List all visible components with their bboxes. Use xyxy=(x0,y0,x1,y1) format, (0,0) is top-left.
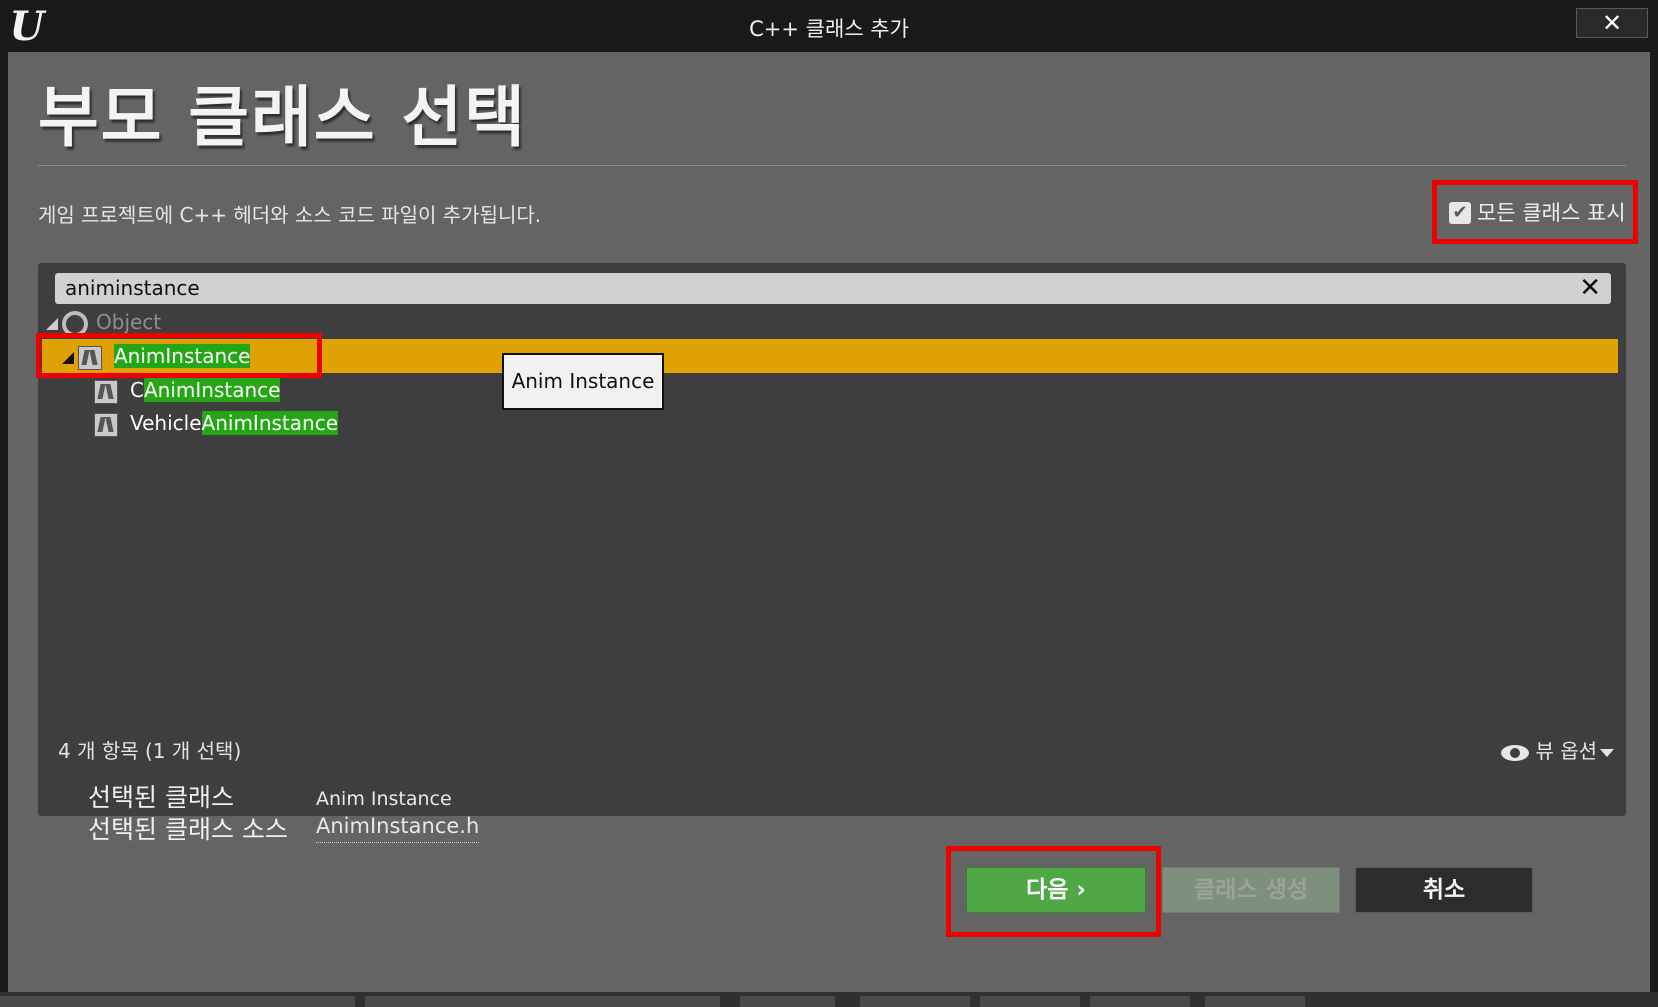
class-search-input[interactable]: animinstance ✕ xyxy=(55,273,1611,304)
taskbar-segment xyxy=(1205,996,1305,1007)
cancel-button[interactable]: 취소 xyxy=(1355,867,1533,913)
anim-instance-icon xyxy=(94,412,118,437)
collapse-object-icon[interactable] xyxy=(46,317,58,330)
title-bar: U C++ 클래스 추가 ✕ xyxy=(0,0,1658,52)
next-button[interactable]: 다음 › xyxy=(966,867,1146,913)
eye-icon xyxy=(1501,744,1530,761)
taskbar-segment xyxy=(365,996,720,1007)
selected-class-label: 선택된 클래스 xyxy=(88,783,234,812)
taskbar-segment xyxy=(0,996,355,1007)
search-value: animinstance xyxy=(65,276,200,300)
create-class-button: 클래스 생성 xyxy=(1162,867,1340,913)
selected-class-source-label: 선택된 클래스 소스 xyxy=(88,815,288,844)
tree-item-vehicle-anim-instance[interactable]: VehicleAnimInstance xyxy=(94,406,338,440)
tree-item-canim-instance[interactable]: CAnimInstance xyxy=(94,373,281,407)
tree-item-label-prefix: Vehicle xyxy=(130,411,202,435)
add-cpp-class-window: U C++ 클래스 추가 ✕ 부모 클래스 선택 게임 프로젝트에 C++ 헤더… xyxy=(0,0,1658,1007)
taskbar-segment xyxy=(860,996,970,1007)
window-title: C++ 클래스 추가 xyxy=(749,17,909,41)
dialog-content: 부모 클래스 선택 게임 프로젝트에 C++ 헤더와 소스 코드 파일이 추가됩… xyxy=(8,52,1650,992)
taskbar-segment xyxy=(1090,996,1190,1007)
taskbar-strip xyxy=(0,992,1658,1007)
show-all-classes-checkbox[interactable]: ✔ xyxy=(1449,202,1471,224)
class-tooltip: Anim Instance xyxy=(502,353,664,410)
selected-item-annotation-outline xyxy=(36,333,322,378)
anim-instance-icon xyxy=(94,379,118,404)
taskbar-segment xyxy=(980,996,1080,1007)
tree-item-label: Object xyxy=(96,310,162,334)
taskbar-segment xyxy=(740,996,835,1007)
chevron-down-icon xyxy=(1600,748,1614,757)
class-picker-panel: animinstance ✕ Object AnimInstance CAnim… xyxy=(36,263,1626,816)
tree-item-label-match: AnimInstance xyxy=(201,411,338,435)
page-title: 부모 클래스 선택 xyxy=(38,79,527,156)
item-count-status: 4 개 항목 (1 개 선택) xyxy=(58,739,242,763)
tree-item-label-match: AnimInstance xyxy=(143,378,281,402)
tree-item-label-prefix: C xyxy=(130,378,144,402)
show-all-classes-label: 모든 클래스 표시 xyxy=(1477,201,1626,225)
view-options-label: 뷰 옵션 xyxy=(1535,739,1597,763)
page-description: 게임 프로젝트에 C++ 헤더와 소스 코드 파일이 추가됩니다. xyxy=(38,203,542,227)
view-options-button[interactable]: 뷰 옵션 xyxy=(1501,736,1614,766)
close-window-button[interactable]: ✕ xyxy=(1576,8,1648,38)
title-divider xyxy=(38,165,1626,166)
clear-search-icon[interactable]: ✕ xyxy=(1579,273,1601,304)
selected-class-source-link[interactable]: AnimInstance.h xyxy=(316,810,480,843)
show-all-classes-toggle[interactable]: ✔ 모든 클래스 표시 xyxy=(1432,180,1638,244)
